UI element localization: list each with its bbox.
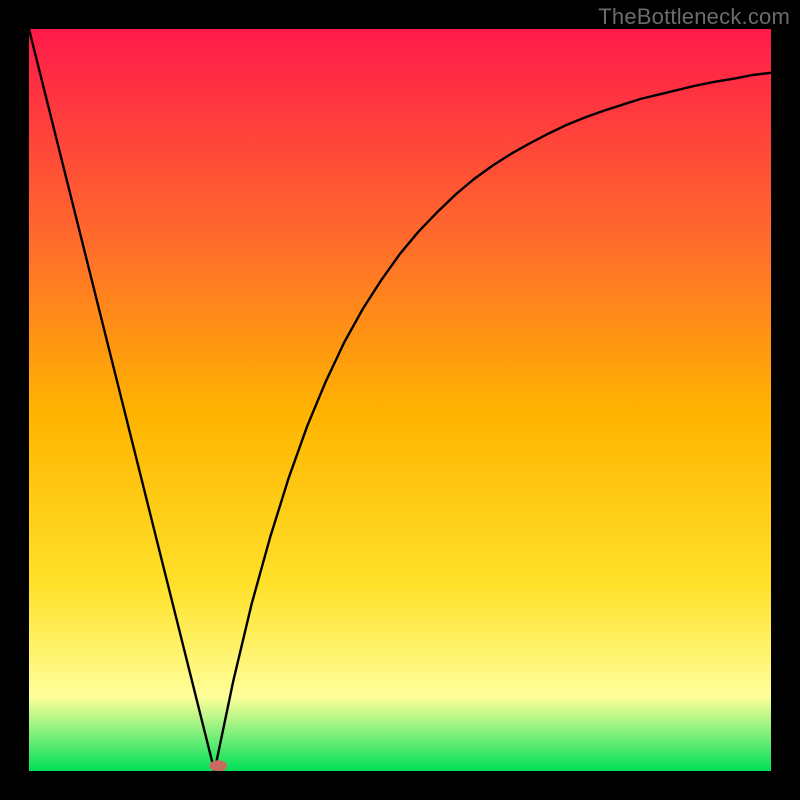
chart-frame: TheBottleneck.com: [0, 0, 800, 800]
watermark-text: TheBottleneck.com: [598, 4, 790, 30]
bottleneck-chart: [29, 29, 771, 771]
minimum-marker: [209, 760, 227, 771]
gradient-background: [29, 29, 771, 771]
